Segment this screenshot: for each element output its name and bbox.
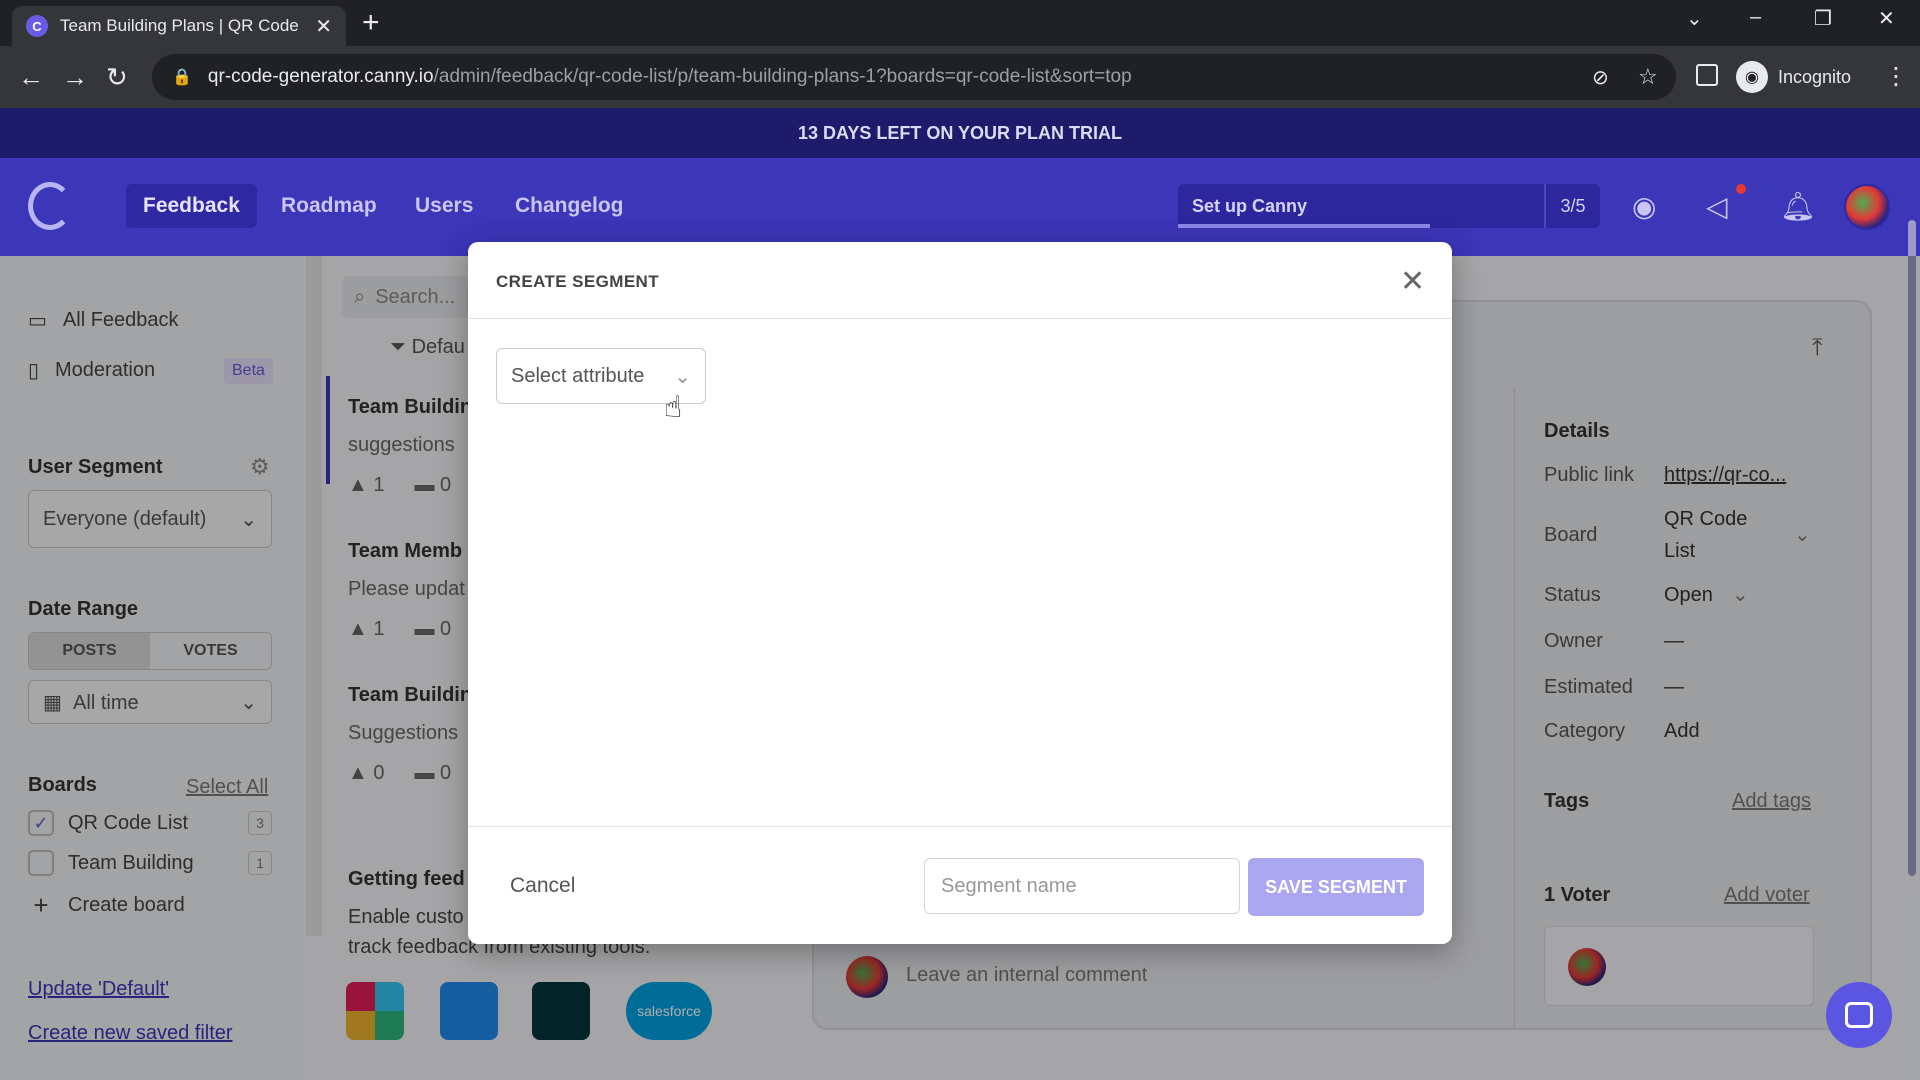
url-text: qr-code-generator.canny.io/admin/feedbac… xyxy=(207,66,1132,87)
cancel-button[interactable]: Cancel xyxy=(510,874,575,898)
trial-text: 13 DAYS LEFT ON YOUR PLAN TRIAL xyxy=(797,122,1123,143)
select-attribute-label: Select attribute xyxy=(511,364,645,387)
modal-title: CREATE SEGMENT xyxy=(496,272,660,291)
tab-search-icon[interactable]: ⌄ xyxy=(1686,6,1703,31)
modal-header-divider xyxy=(468,318,1452,319)
nav-roadmap[interactable]: Roadmap xyxy=(264,184,394,228)
setup-label: Set up Canny xyxy=(1192,195,1308,216)
bell-icon[interactable]: 🔔︎ xyxy=(1780,190,1816,223)
megaphone-icon[interactable]: ◁ xyxy=(1706,190,1728,223)
modal-footer-divider xyxy=(468,826,1452,827)
window-close-icon[interactable]: ✕ xyxy=(1878,6,1895,31)
setup-canny-button[interactable]: Set up Canny 3/5 xyxy=(1178,184,1600,228)
tracking-off-icon[interactable]: ⊘ xyxy=(1592,65,1609,90)
side-panel-icon[interactable] xyxy=(1696,64,1718,86)
browser-menu-icon[interactable]: ⋮ xyxy=(1884,62,1908,91)
hand-cursor-icon: ☝ xyxy=(664,391,683,424)
tab-close-icon[interactable]: ✕ xyxy=(315,14,332,39)
nav-feedback[interactable]: Feedback xyxy=(126,184,257,228)
user-avatar[interactable] xyxy=(1844,184,1890,230)
setup-progress: 3/5 xyxy=(1544,184,1600,228)
browser-tab[interactable]: C Team Building Plans | QR Code L ✕ xyxy=(12,6,346,46)
reload-icon[interactable]: ↻ xyxy=(106,62,128,93)
minimize-icon[interactable]: – xyxy=(1750,6,1761,29)
lock-icon: 🔒 xyxy=(172,69,192,86)
incognito-label: Incognito xyxy=(1778,66,1852,87)
tab-title: Team Building Plans | QR Code L xyxy=(60,16,304,35)
forward-icon[interactable]: → xyxy=(62,62,88,93)
address-bar[interactable]: 🔒 qr-code-generator.canny.io/admin/feedb… xyxy=(152,54,1676,100)
back-icon[interactable]: ← xyxy=(18,62,44,93)
canny-favicon-icon: C xyxy=(26,15,48,37)
save-segment-button[interactable]: SAVE SEGMENT xyxy=(1248,858,1424,916)
notification-dot xyxy=(1736,184,1746,194)
incognito-profile[interactable]: ◉ Incognito xyxy=(1736,56,1851,98)
trial-banner: 13 DAYS LEFT ON YOUR PLAN TRIAL xyxy=(0,108,1920,158)
setup-progress-bar xyxy=(1178,224,1430,228)
nav-changelog[interactable]: Changelog xyxy=(498,184,641,228)
bookmark-star-icon[interactable]: ☆ xyxy=(1638,64,1658,90)
incognito-icon: ◉ xyxy=(1736,61,1768,93)
restore-icon[interactable]: ❐ xyxy=(1814,6,1832,31)
chat-icon xyxy=(1845,1002,1873,1028)
chat-launcher[interactable] xyxy=(1826,982,1892,1048)
canny-logo-icon[interactable] xyxy=(28,182,72,230)
close-icon[interactable]: ✕ xyxy=(1400,264,1425,299)
segment-name-input[interactable] xyxy=(924,858,1240,914)
nav-users[interactable]: Users xyxy=(398,184,490,228)
new-tab-icon[interactable]: + xyxy=(362,8,380,38)
eye-icon[interactable]: ◉ xyxy=(1632,190,1656,223)
chevron-down-icon: ⌄ xyxy=(674,365,691,388)
